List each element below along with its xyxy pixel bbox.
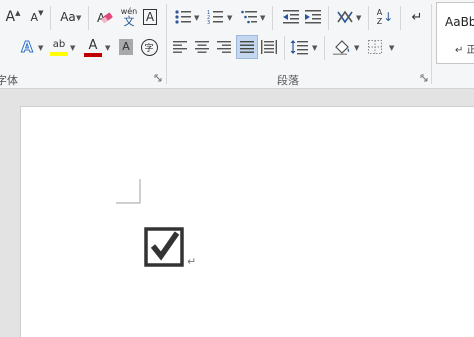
sort-icon: A Z: [377, 8, 382, 26]
shading-dropdown-icon[interactable]: ▼: [354, 45, 359, 52]
paragraph-group-label: 段落: [277, 74, 299, 87]
chinese-layout-button[interactable]: [334, 6, 356, 28]
phonetic-char: 文: [123, 15, 135, 28]
change-case-icon: Aa: [60, 10, 76, 24]
character-border-button[interactable]: A: [140, 6, 160, 28]
decrease-indent-button[interactable]: [280, 6, 302, 28]
checkbox-checked-icon[interactable]: [144, 227, 186, 269]
sort-button[interactable]: A Z ↓: [374, 4, 396, 30]
grow-arrow-icon: ▲: [15, 9, 21, 17]
sort-arrow-icon: ↓: [383, 10, 394, 24]
sort-z: Z: [376, 17, 383, 26]
character-shading-button[interactable]: A: [116, 36, 136, 58]
shrink-font-button[interactable]: A ▼: [26, 6, 48, 28]
align-center-icon: [195, 41, 209, 53]
eraser-icon: A: [97, 11, 113, 25]
justify-button[interactable]: [236, 35, 258, 59]
styles-gallery[interactable]: AaBb ↵ 正: [436, 2, 474, 64]
change-case-dropdown-icon[interactable]: ▼: [76, 15, 81, 22]
numbering-button[interactable]: 1 2 3: [204, 6, 226, 28]
multilevel-list-dropdown-icon[interactable]: ▼: [260, 15, 265, 22]
chinese-layout-icon: [337, 10, 353, 24]
text-effects-dropdown-icon[interactable]: ▼: [38, 45, 43, 52]
clear-formatting-button[interactable]: A: [94, 6, 116, 28]
ribbon: A ▲ A ▼ Aa ▼ A wén 文 A A ▼ ab ▼ A ▼ A 字 …: [0, 0, 474, 89]
line-spacing-dropdown-icon[interactable]: ▼: [312, 45, 317, 52]
font-color-bar: [84, 52, 102, 57]
font-color-dropdown-icon[interactable]: ▼: [105, 45, 110, 52]
align-left-button[interactable]: [170, 36, 190, 58]
style-name-label: ↵ 正: [455, 45, 474, 56]
svg-text:3: 3: [207, 20, 210, 25]
phonetic-guide-button[interactable]: wén 文: [118, 4, 140, 30]
distributed-icon: [261, 40, 277, 54]
borders-icon: [368, 40, 382, 54]
character-shading-icon: A: [119, 39, 133, 55]
paragraph-dialog-launcher-icon[interactable]: [420, 74, 428, 82]
borders-dropdown-icon[interactable]: ▼: [389, 45, 394, 52]
line-spacing-button[interactable]: [288, 36, 310, 58]
bullets-button[interactable]: [172, 6, 194, 28]
bullets-dropdown-icon[interactable]: ▼: [194, 15, 199, 22]
font-group-label: 字体: [0, 74, 18, 87]
text-effects-icon: A: [21, 38, 34, 57]
align-right-icon: [217, 41, 231, 53]
enclose-characters-icon: 字: [140, 38, 158, 56]
paragraph-mark-icon: ↵: [411, 9, 423, 25]
paint-bucket-icon: [333, 40, 350, 55]
decrease-indent-icon: [283, 10, 299, 24]
chinese-layout-dropdown-icon[interactable]: ▼: [356, 15, 361, 22]
highlighter-icon: ab: [52, 39, 66, 50]
align-left-icon: [173, 41, 187, 53]
multilevel-list-button[interactable]: [238, 6, 260, 28]
font-dialog-launcher-icon[interactable]: [154, 74, 162, 82]
increase-indent-button[interactable]: [302, 6, 324, 28]
numbering-dropdown-icon[interactable]: ▼: [227, 15, 232, 22]
character-border-icon: A: [142, 9, 158, 25]
margin-corner-mark-icon: [116, 179, 141, 204]
style-preview-text: AaBb: [445, 15, 474, 29]
distributed-button[interactable]: [259, 36, 279, 58]
text-effects-button[interactable]: A: [14, 36, 40, 58]
style-preview-normal[interactable]: AaBb ↵ 正: [441, 7, 474, 59]
highlight-dropdown-icon[interactable]: ▼: [70, 45, 75, 52]
multilevel-list-icon: [241, 10, 257, 24]
shrink-font-icon: A: [30, 10, 39, 24]
sort-a: A: [376, 8, 383, 17]
justify-icon: [240, 41, 254, 53]
numbering-icon: 1 2 3: [207, 10, 223, 25]
increase-indent-icon: [305, 10, 321, 24]
shading-button[interactable]: [330, 36, 354, 58]
document-page[interactable]: ↵: [20, 106, 474, 337]
shrink-arrow-icon: ▼: [38, 9, 44, 17]
borders-button[interactable]: [364, 36, 386, 58]
grow-font-button[interactable]: A ▲: [2, 6, 24, 28]
font-color-icon: A: [88, 37, 98, 53]
line-spacing-icon: [290, 40, 308, 55]
highlight-button[interactable]: ab: [48, 34, 70, 60]
show-hide-marks-button[interactable]: ↵: [406, 6, 428, 28]
bullets-icon: [175, 10, 191, 24]
align-center-button[interactable]: [192, 36, 212, 58]
align-right-button[interactable]: [214, 36, 234, 58]
enclose-characters-button[interactable]: 字: [138, 36, 160, 58]
highlight-color-bar: [50, 52, 68, 56]
font-color-button[interactable]: A: [82, 34, 104, 60]
grow-font-icon: A: [5, 9, 16, 25]
paragraph-mark: ↵: [187, 255, 197, 268]
